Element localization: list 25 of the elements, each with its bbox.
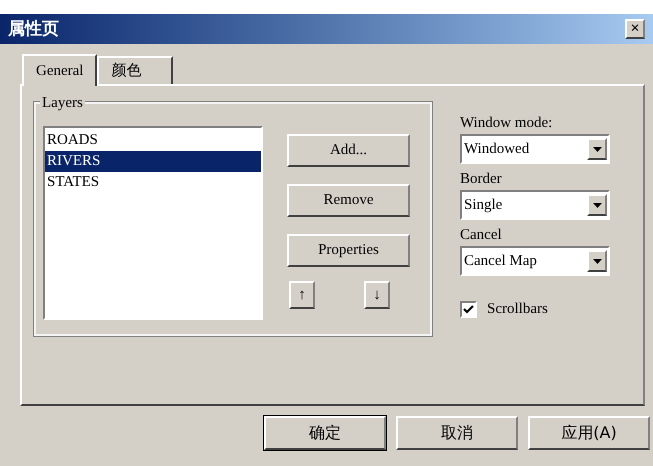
close-button[interactable]: × xyxy=(625,19,645,39)
tab[interactable]: General xyxy=(22,54,98,86)
layer-button[interactable]: Remove xyxy=(287,184,410,217)
field-label: Border xyxy=(460,170,503,189)
list-item[interactable]: ROADS xyxy=(45,130,261,151)
layer-list[interactable]: ROADS RIVERS STATES xyxy=(43,126,263,320)
move-down-button[interactable]: ↓ xyxy=(364,281,390,309)
dialog-button[interactable]: 确定 xyxy=(264,416,386,450)
layer-button[interactable]: Add... xyxy=(287,134,410,167)
move-up-button[interactable]: ↑ xyxy=(289,281,315,309)
list-item[interactable]: RIVERS xyxy=(45,151,261,172)
layer-button[interactable]: Properties xyxy=(287,234,410,267)
tab[interactable]: 颜色 xyxy=(97,56,174,84)
dropdown[interactable]: Single xyxy=(460,190,610,220)
dialog-button[interactable]: 取消 xyxy=(396,416,518,450)
check-icon xyxy=(463,304,474,314)
checkbox[interactable] xyxy=(460,300,477,318)
checkbox-label: Scrollbars xyxy=(487,300,548,319)
dropdown[interactable]: Windowed xyxy=(460,134,610,164)
field-label: Window mode: xyxy=(460,114,554,133)
dialog-button[interactable]: 应用(A) xyxy=(528,416,650,450)
dropdown[interactable]: Cancel Map xyxy=(460,246,610,276)
list-item[interactable]: STATES xyxy=(45,172,261,193)
window-title: 属性页 xyxy=(8,18,59,40)
field-label: Cancel xyxy=(460,226,503,245)
